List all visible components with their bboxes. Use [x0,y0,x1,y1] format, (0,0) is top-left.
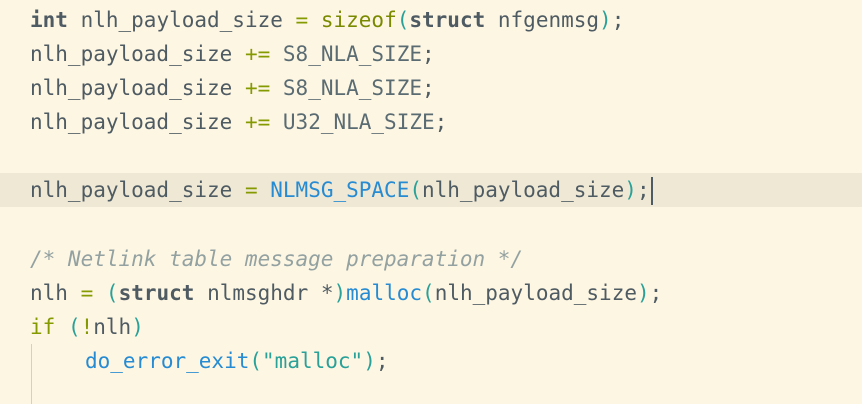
paren: ) [363,349,376,373]
paren: ) [131,315,144,339]
paren: ( [396,8,410,32]
code-line-9[interactable]: nlh = (struct nlmsghdr *)malloc(nlh_payl… [0,276,862,310]
identifier: nfgenmsg [497,8,600,32]
semicolon: ; [636,178,650,202]
identifier: nlh_payload_size [434,281,637,305]
function-name: sizeof [320,8,397,32]
paren: ( [249,349,263,373]
if-keyword: if [30,315,56,339]
identifier: nlh [30,281,68,305]
semicolon: ; [611,8,625,32]
function-call: do_error_exit [85,349,250,373]
semicolon: ; [375,349,389,373]
constant: S8_NLA_SIZE [282,42,422,66]
operator: = [80,281,94,305]
struct-keyword: struct [118,281,195,305]
comment: /* Netlink table message preparation */ [30,247,524,271]
identifier: nlh [93,315,132,339]
semicolon: ; [421,76,435,100]
identifier: nlh_payload_size [30,42,233,66]
operator: ! [80,315,94,339]
semicolon: ; [649,281,663,305]
paren: ( [409,178,422,202]
identifier: nlh_payload_size [30,76,233,100]
operator: = [295,8,309,32]
paren: ( [422,281,435,305]
code-line-6-current[interactable]: nlh_payload_size = NLMSG_SPACE(nlh_paylo… [0,173,862,207]
string-literal: "malloc" [262,349,364,373]
paren: ) [636,281,650,305]
constant: S8_NLA_SIZE [282,76,422,100]
operator: += [244,42,271,66]
operator: += [244,76,271,100]
type-keyword: int [30,8,68,32]
operator: += [244,110,271,134]
struct-keyword: struct [409,8,486,32]
semicolon: ; [421,42,435,66]
code-line-1[interactable]: int nlh_payload_size = sizeof(struct nfg… [0,3,862,37]
operator: = [244,178,258,202]
macro-name: NLMSG_SPACE [270,178,410,202]
code-line-3[interactable]: nlh_payload_size += S8_NLA_SIZE; [0,71,862,105]
identifier: nlh_payload_size [422,178,625,202]
paren: ( [105,281,119,305]
text-cursor [650,177,653,205]
identifier: nlh_payload_size [30,110,233,134]
paren: ( [67,315,81,339]
type-name: nlmsghdr * [207,281,334,305]
code-line-8[interactable]: /* Netlink table message preparation */ [0,242,862,276]
identifier: nlh_payload_size [30,178,233,202]
paren: ) [333,281,347,305]
function-call: malloc [346,281,423,305]
code-line-10[interactable]: if (!nlh) [0,310,862,344]
code-line-2[interactable]: nlh_payload_size += S8_NLA_SIZE; [0,37,862,71]
identifier: nlh_payload_size [80,8,283,32]
code-editor[interactable]: int nlh_payload_size = sizeof(struct nfg… [0,0,862,404]
paren: ) [624,178,637,202]
constant: U32_NLA_SIZE [282,110,435,134]
semicolon: ; [434,110,448,134]
code-line-4[interactable]: nlh_payload_size += U32_NLA_SIZE; [0,105,862,139]
paren: ) [599,8,612,32]
code-line-11[interactable]: do_error_exit("malloc"); [0,344,862,378]
